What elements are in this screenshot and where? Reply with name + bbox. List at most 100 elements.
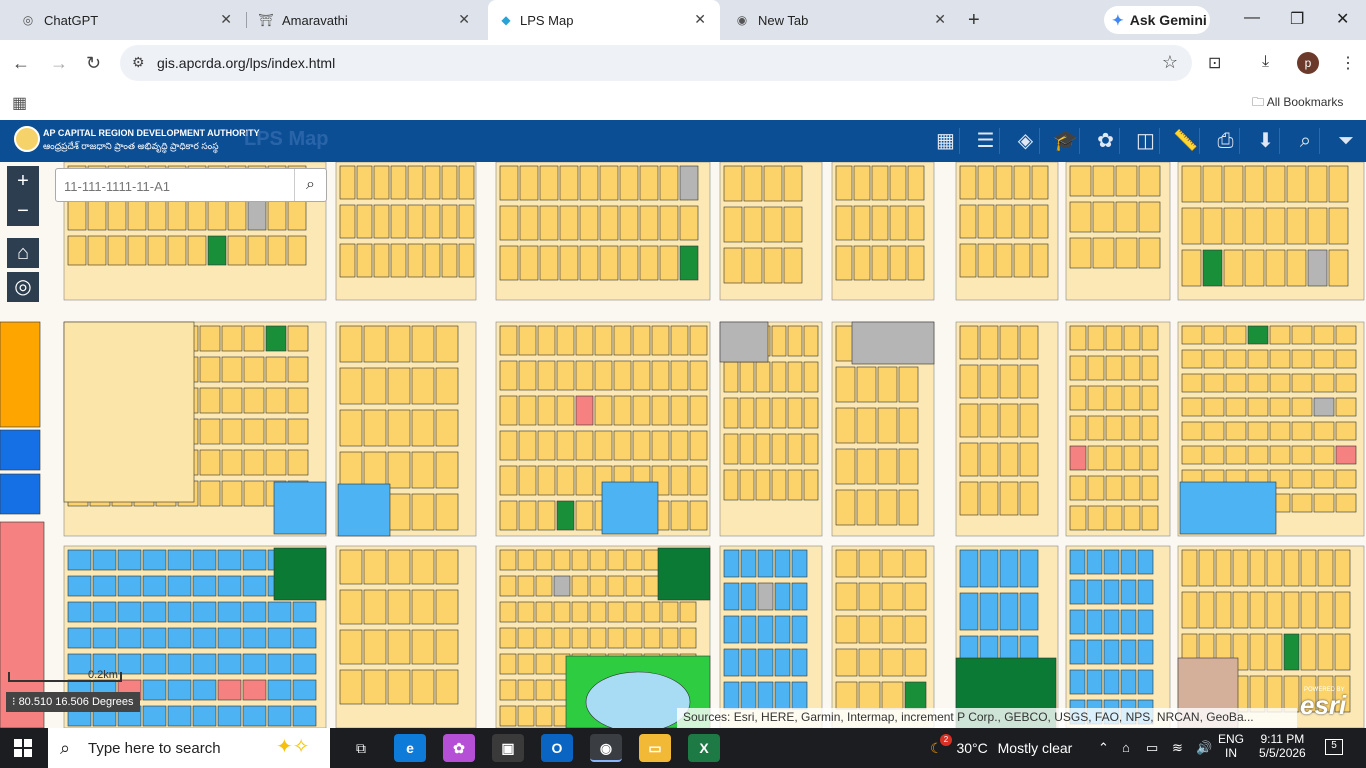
parcel[interactable] [579, 165, 599, 201]
language-indicator[interactable]: ENG IN [1218, 732, 1244, 760]
parcel[interactable] [835, 489, 856, 526]
parcel[interactable] [613, 360, 632, 391]
parcel[interactable] [265, 449, 287, 476]
parcel[interactable] [1138, 237, 1161, 269]
parcel[interactable] [639, 205, 659, 241]
parcel[interactable] [387, 669, 411, 705]
water-pond[interactable] [585, 671, 691, 728]
parcel[interactable] [723, 582, 740, 611]
parcel[interactable] [774, 549, 791, 578]
parcel[interactable] [619, 205, 639, 241]
parcel[interactable] [959, 243, 977, 278]
parcel[interactable] [407, 204, 424, 239]
parcel[interactable] [651, 325, 670, 356]
parcel[interactable] [265, 387, 287, 414]
parcel[interactable] [117, 575, 142, 597]
parcel[interactable] [519, 205, 539, 241]
parcel[interactable] [835, 615, 858, 644]
parcel[interactable] [774, 648, 791, 677]
parcel[interactable] [856, 407, 877, 444]
parcel[interactable] [424, 204, 441, 239]
parcel[interactable] [1181, 207, 1202, 245]
parcel[interactable] [499, 430, 518, 461]
parcel[interactable] [411, 549, 435, 585]
parcel[interactable] [1103, 609, 1120, 635]
parcel[interactable] [192, 705, 217, 727]
parcel[interactable] [689, 465, 708, 496]
parcel[interactable] [387, 409, 411, 447]
restore-button[interactable]: ❐ [1290, 9, 1304, 29]
parcel[interactable] [977, 165, 995, 200]
parcel[interactable] [853, 205, 871, 241]
parcel[interactable] [1283, 591, 1300, 629]
parcel[interactable] [1087, 325, 1105, 351]
parcel[interactable] [518, 430, 537, 461]
parcel[interactable] [411, 629, 435, 665]
parcel[interactable] [1069, 505, 1087, 531]
parcel[interactable] [556, 395, 575, 426]
parcel[interactable] [267, 705, 292, 727]
parcel[interactable] [411, 409, 435, 447]
parcel[interactable] [1105, 385, 1123, 411]
parcel[interactable] [292, 653, 317, 675]
parcel[interactable] [1181, 445, 1203, 465]
parcel[interactable] [1120, 609, 1137, 635]
parcel[interactable] [1334, 549, 1351, 587]
parcel[interactable] [599, 245, 619, 281]
parcel[interactable] [959, 403, 979, 438]
parcel[interactable] [1141, 355, 1159, 381]
parcel[interactable] [1334, 633, 1351, 671]
parcel[interactable] [999, 442, 1019, 477]
parcel[interactable] [363, 629, 387, 665]
parcel[interactable] [556, 360, 575, 391]
parcel[interactable] [835, 648, 858, 677]
parcel[interactable] [107, 235, 127, 266]
parcel[interactable] [1181, 421, 1203, 441]
parcel[interactable] [639, 245, 659, 281]
parcel[interactable] [575, 465, 594, 496]
parcel[interactable] [858, 681, 881, 710]
parcel[interactable] [1141, 475, 1159, 501]
search-icon[interactable]: ⌕ [294, 169, 326, 201]
parcel[interactable] [1115, 237, 1138, 269]
parcel[interactable] [783, 165, 803, 202]
parcel[interactable] [1069, 415, 1087, 441]
tab-chatgpt[interactable]: ◎ ChatGPT ✕ [0, 0, 246, 40]
parcel[interactable] [835, 366, 856, 403]
parcel[interactable] [1087, 355, 1105, 381]
parcel[interactable] [435, 549, 459, 585]
parcel[interactable] [243, 356, 265, 383]
parcel[interactable] [1225, 397, 1247, 417]
parcel[interactable] [1266, 549, 1283, 587]
parcel[interactable] [977, 204, 995, 239]
parcel[interactable] [979, 592, 999, 631]
parcel[interactable] [679, 627, 697, 649]
parcel[interactable] [787, 361, 803, 393]
parcel[interactable] [517, 601, 535, 623]
parcel[interactable] [559, 205, 579, 241]
parcel[interactable] [199, 325, 221, 352]
windows-start-icon[interactable] [14, 739, 32, 757]
parcel[interactable] [387, 367, 411, 405]
parcel[interactable] [535, 575, 553, 597]
parcel[interactable] [217, 679, 242, 701]
parcel[interactable] [199, 387, 221, 414]
parcel[interactable] [199, 418, 221, 445]
parcel[interactable] [774, 615, 791, 644]
parcel[interactable] [1181, 591, 1198, 629]
parcel[interactable] [390, 204, 407, 239]
parcel[interactable] [1069, 549, 1086, 575]
parcel[interactable] [167, 549, 192, 571]
parcel[interactable] [247, 200, 267, 231]
forward-icon[interactable]: → [50, 53, 68, 74]
parcel[interactable] [192, 549, 217, 571]
parcel[interactable] [757, 549, 774, 578]
parcel[interactable] [499, 549, 517, 571]
parcel[interactable] [242, 705, 267, 727]
parcel[interactable] [435, 451, 459, 489]
copilot-icon[interactable]: ✿ [443, 734, 475, 762]
parcel[interactable] [243, 325, 265, 352]
parcel[interactable] [1247, 325, 1269, 345]
parcel[interactable] [959, 549, 979, 588]
parcel[interactable] [107, 200, 127, 231]
